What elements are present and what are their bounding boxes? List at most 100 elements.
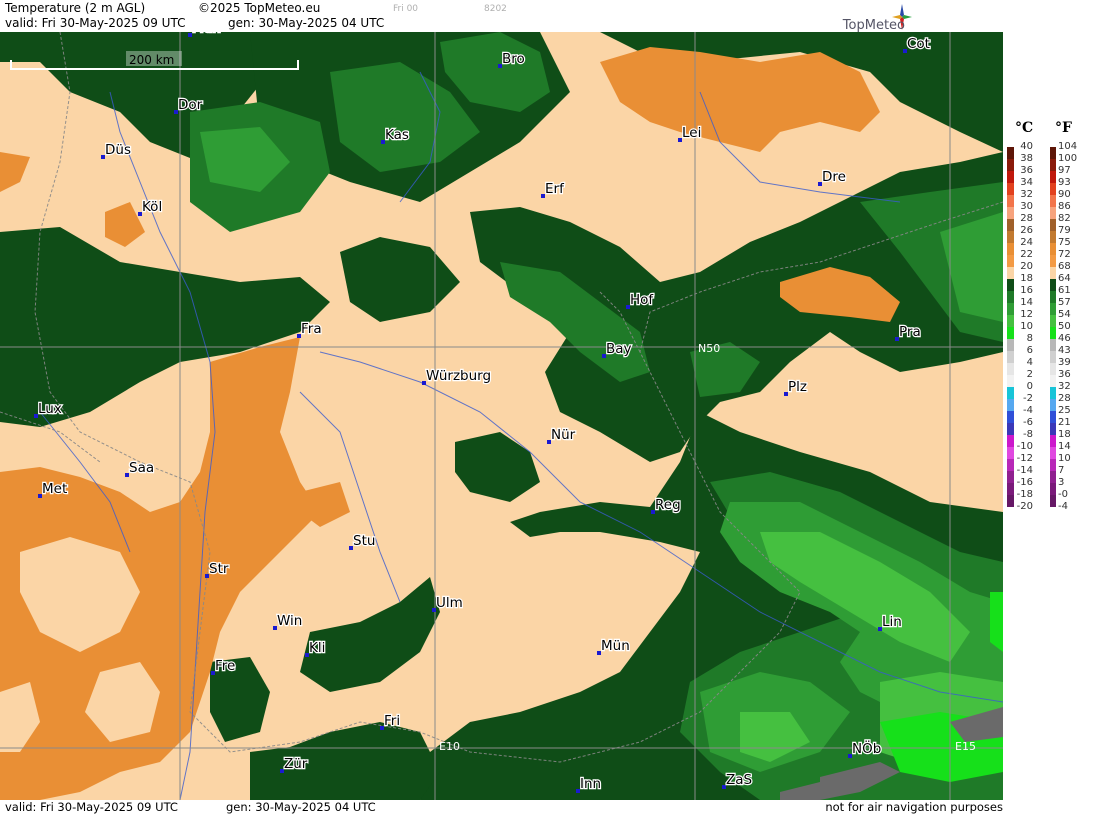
legend-swatch-fahrenheit bbox=[1050, 483, 1056, 495]
legend-fahrenheit-tick: 93 bbox=[1058, 177, 1071, 188]
legend-swatch-celsius bbox=[1007, 183, 1014, 195]
legend-swatch-celsius bbox=[1007, 159, 1014, 171]
legend-swatch-celsius bbox=[1007, 447, 1014, 459]
legend-swatch-fahrenheit bbox=[1050, 255, 1056, 267]
legend-swatch-fahrenheit bbox=[1050, 219, 1056, 231]
legend-swatch-celsius bbox=[1007, 459, 1014, 471]
legend-celsius-tick: 4 bbox=[1026, 357, 1033, 368]
legend-swatch-fahrenheit bbox=[1050, 495, 1056, 507]
legend-swatch-celsius bbox=[1007, 351, 1014, 363]
legend-celsius-tick: -2 bbox=[1023, 393, 1033, 404]
temperature-legend: °C °F 40 38 36 34 32 30 28 26 24 22 20 18 16 14 12 10 8 6… bbox=[1005, 0, 1095, 814]
legend-swatch-celsius bbox=[1007, 219, 1014, 231]
footer-disclaimer: not for air navigation purposes bbox=[825, 800, 1003, 814]
city-label-hof: Hof bbox=[630, 292, 654, 308]
legend-swatch-fahrenheit bbox=[1050, 375, 1056, 387]
legend-celsius-tick: 34 bbox=[1020, 177, 1033, 188]
legend-fahrenheit-tick: 32 bbox=[1058, 381, 1071, 392]
city-label-praha: Pra bbox=[899, 324, 921, 340]
legend-swatch-fahrenheit bbox=[1050, 183, 1056, 195]
legend-swatch-celsius bbox=[1007, 327, 1014, 339]
legend-celsius-tick: 36 bbox=[1020, 165, 1033, 176]
legend-fahrenheit-tick: 10 bbox=[1058, 453, 1071, 464]
map-canvas: 200 km Mün Dor Düs Köl Kas Bro Lei Cot Erf Dre Hof… bbox=[0, 32, 1003, 800]
legend-fahrenheit-tick: 46 bbox=[1058, 333, 1071, 344]
legend-swatch-fahrenheit bbox=[1050, 387, 1056, 399]
legend-celsius-tick: -14 bbox=[1016, 465, 1033, 476]
city-label-saarbruecken: Saa bbox=[129, 460, 154, 476]
legend-swatch-celsius bbox=[1007, 195, 1014, 207]
legend-swatch-fahrenheit bbox=[1050, 315, 1056, 327]
legend-fahrenheit-tick: 43 bbox=[1058, 345, 1071, 356]
city-label-duesseldorf: Düs bbox=[105, 142, 131, 158]
legend-swatch-fahrenheit bbox=[1050, 399, 1056, 411]
legend-celsius-tick: 22 bbox=[1020, 249, 1033, 260]
legend-swatch-fahrenheit bbox=[1050, 159, 1056, 171]
footer-generated-time: gen: 30-May-2025 04 UTC bbox=[226, 800, 376, 814]
legend-swatch-fahrenheit bbox=[1050, 339, 1056, 351]
city-label-brocken: Bro bbox=[502, 51, 525, 67]
city-label-dresden: Dre bbox=[822, 169, 846, 185]
city-label-freiburg: Fre bbox=[215, 658, 235, 674]
city-label-muenster: Mün bbox=[192, 32, 221, 36]
city-label-kassel: Kas bbox=[385, 127, 409, 143]
legend-swatch-celsius bbox=[1007, 339, 1014, 351]
legend-swatch-celsius bbox=[1007, 147, 1014, 159]
temperature-map[interactable]: 200 km Mün Dor Düs Köl Kas Bro Lei Cot Erf Dre Hof… bbox=[0, 32, 1003, 800]
legend-swatch-fahrenheit bbox=[1050, 279, 1056, 291]
legend-fahrenheit-tick: 28 bbox=[1058, 393, 1071, 404]
city-label-bayreuth: Bay bbox=[606, 341, 632, 357]
legend-swatch-celsius bbox=[1007, 387, 1014, 399]
legend-swatch-celsius bbox=[1007, 399, 1014, 411]
footer-valid-time: valid: Fri 30-May-2025 09 UTC bbox=[5, 800, 178, 814]
city-label-friedrichshafen: Fri bbox=[384, 713, 400, 729]
legend-swatch-fahrenheit bbox=[1050, 411, 1056, 423]
topmeteo-logo: TopMeteo bbox=[818, 3, 913, 33]
run-hint: Fri 00 bbox=[393, 4, 419, 14]
legend-celsius-tick: 18 bbox=[1020, 273, 1033, 284]
legend-swatch-celsius bbox=[1007, 483, 1014, 495]
grid-label-n50: N50 bbox=[698, 342, 720, 355]
legend-swatch-fahrenheit bbox=[1050, 243, 1056, 255]
legend-celsius-tick: 26 bbox=[1020, 225, 1033, 236]
legend-fahrenheit-tick: 72 bbox=[1058, 249, 1071, 260]
legend-swatch-fahrenheit bbox=[1050, 327, 1056, 339]
legend-celsius-tick: 14 bbox=[1020, 297, 1033, 308]
legend-fahrenheit-tick: 75 bbox=[1058, 237, 1071, 248]
city-label-plzen: Plz bbox=[788, 379, 807, 395]
legend-swatch-celsius bbox=[1007, 471, 1014, 483]
legend-swatch-fahrenheit bbox=[1050, 207, 1056, 219]
legend-swatch-celsius bbox=[1007, 315, 1014, 327]
legend-fahrenheit-tick: 25 bbox=[1058, 405, 1071, 416]
legend-swatch-celsius bbox=[1007, 303, 1014, 315]
legend-fahrenheit-tick: 21 bbox=[1058, 417, 1071, 428]
legend-celsius-tick: -16 bbox=[1016, 477, 1033, 488]
legend-fahrenheit-tick: 7 bbox=[1058, 465, 1065, 476]
legend-fahrenheit-tick: 3 bbox=[1058, 477, 1065, 488]
legend-fahrenheit-tick: 14 bbox=[1058, 441, 1071, 452]
legend-fahrenheit-tick: 82 bbox=[1058, 213, 1071, 224]
legend-swatch-fahrenheit bbox=[1050, 423, 1056, 435]
legend-celsius-tick: 32 bbox=[1020, 189, 1033, 200]
legend-swatch-celsius bbox=[1007, 171, 1014, 183]
city-label-innsbruck: Inn bbox=[580, 776, 601, 792]
legend-swatch-celsius bbox=[1007, 255, 1014, 267]
legend-celsius-tick: 20 bbox=[1020, 261, 1033, 272]
city-label-leipzig: Lei bbox=[682, 125, 701, 141]
legend-swatch-fahrenheit bbox=[1050, 303, 1056, 315]
city-label-regensburg: Reg bbox=[655, 497, 681, 513]
header-bar: Temperature (2 m AGL) ©2025 TopMeteo.eu … bbox=[0, 0, 1005, 33]
legend-celsius-tick: 24 bbox=[1020, 237, 1033, 248]
city-label-erfurt: Erf bbox=[545, 181, 565, 197]
city-label-zuerich: Zür bbox=[284, 756, 308, 772]
city-label-winterthur: Win bbox=[277, 613, 302, 629]
city-label-klippeneck: Kli bbox=[309, 640, 325, 656]
city-label-zellamsee: ZaS bbox=[726, 772, 752, 788]
legend-swatch-celsius bbox=[1007, 279, 1014, 291]
legend-swatch-celsius bbox=[1007, 207, 1014, 219]
code-hint: 8202 bbox=[484, 4, 507, 14]
legend-celsius-tick: 10 bbox=[1020, 321, 1033, 332]
legend-swatch-celsius bbox=[1007, 363, 1014, 375]
city-label-ulm: Ulm bbox=[436, 595, 463, 611]
legend-celsius-tick: 12 bbox=[1020, 309, 1033, 320]
